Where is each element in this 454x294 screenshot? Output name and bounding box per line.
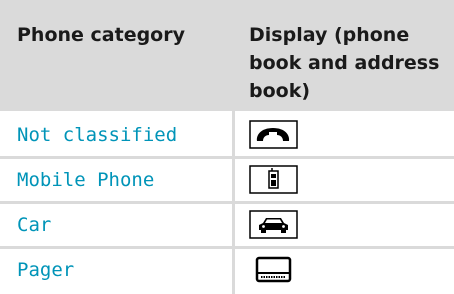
category-mobile-phone: Mobile Phone: [17, 169, 155, 191]
header-phone-category: Phone category: [17, 24, 185, 46]
category-car: Car: [17, 214, 52, 236]
table-row: Car: [0, 204, 454, 246]
header-display: Display (phone book and address book): [249, 24, 440, 102]
category-not-classified: Not classified: [17, 124, 178, 146]
table-row: Mobile Phone: [0, 159, 454, 201]
column-divider: [232, 111, 235, 294]
phone-category-table: Phone category Display (phone book and a…: [0, 0, 454, 294]
table-row: Not classified: [0, 114, 454, 156]
handset-icon: [249, 120, 298, 149]
pager-icon: [249, 255, 298, 284]
table-header: Phone category Display (phone book and a…: [0, 0, 454, 111]
table-row: Pager: [0, 249, 454, 291]
car-icon: [249, 210, 298, 239]
mobile-phone-icon: [249, 165, 298, 194]
category-pager: Pager: [17, 259, 75, 281]
